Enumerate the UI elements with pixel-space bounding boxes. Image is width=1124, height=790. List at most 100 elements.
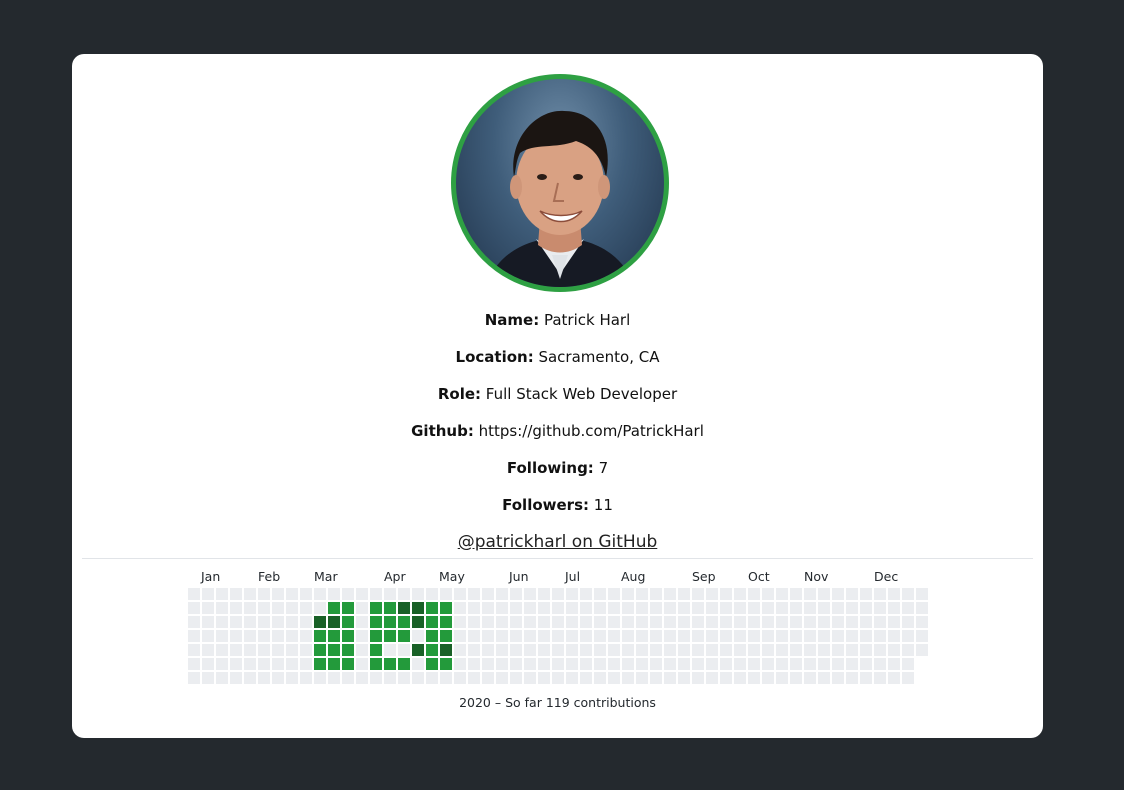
contribution-day-cell [202,616,214,628]
contribution-day-cell [916,644,928,656]
contribution-day-cell [888,658,900,670]
contribution-day-cell [482,602,494,614]
contribution-day-cell [384,630,396,642]
contribution-day-cell [454,588,466,600]
contribution-day-cell [692,644,704,656]
month-label: Jun [509,569,529,584]
contribution-day-cell [482,630,494,642]
contribution-day-cell [230,658,242,670]
contribution-day-cell [874,658,886,670]
contribution-day-cell [748,672,760,684]
contribution-day-cell [776,588,788,600]
contribution-day-cell [468,672,480,684]
contribution-day-cell [874,616,886,628]
contribution-day-cell [818,588,830,600]
contribution-day-cell [384,588,396,600]
contribution-day-cell [734,588,746,600]
contribution-day-cell [818,658,830,670]
contribution-day-cell [426,630,438,642]
contribution-day-cell [790,616,802,628]
contribution-day-cell [300,602,312,614]
contribution-day-cell [524,588,536,600]
contribution-day-cell [874,602,886,614]
contribution-day-cell [902,588,914,600]
contribution-day-cell [440,588,452,600]
contribution-day-cell [244,602,256,614]
contribution-day-cell [370,588,382,600]
contribution-day-cell [286,616,298,628]
contribution-day-cell [440,658,452,670]
contribution-day-cell [636,588,648,600]
contribution-day-cell [244,672,256,684]
contribution-day-cell [370,602,382,614]
contribution-day-cell [286,630,298,642]
contribution-day-cell [860,672,872,684]
github-profile-link[interactable]: @patrickharl on GitHub [72,531,1043,553]
contribution-day-cell [342,602,354,614]
contribution-day-cell [790,672,802,684]
contribution-day-cell [846,630,858,642]
contribution-day-cell [328,644,340,656]
contribution-day-cell [510,616,522,628]
month-label: Jan [201,569,221,584]
contribution-day-cell [468,602,480,614]
contribution-day-cell [650,616,662,628]
contribution-day-cell [748,616,760,628]
contribution-day-cell [258,658,270,670]
contribution-day-cell [902,672,914,684]
contribution-day-cell [902,658,914,670]
contribution-day-cell [860,644,872,656]
contribution-day-cell [482,588,494,600]
contribution-day-cell [692,672,704,684]
contribution-day-cell [496,658,508,670]
contribution-day-cell [496,630,508,642]
contribution-day-cell [734,616,746,628]
contribution-day-cell [216,672,228,684]
contribution-day-cell [720,588,732,600]
contribution-day-cell [608,658,620,670]
contribution-graph [188,588,933,688]
contribution-day-cell [328,630,340,642]
month-label: Feb [258,569,281,584]
month-label: Apr [384,569,406,584]
location-row: Location: Sacramento, CA [72,347,1043,367]
contribution-day-cell [594,588,606,600]
contribution-day-cell [468,588,480,600]
contribution-day-cell [874,672,886,684]
contribution-day-cell [776,616,788,628]
contribution-day-cell [426,588,438,600]
contribution-day-cell [202,644,214,656]
contribution-day-cell [202,672,214,684]
contribution-day-cell [538,588,550,600]
contribution-day-cell [356,658,368,670]
contribution-day-cell [762,658,774,670]
contribution-day-cell [258,616,270,628]
contribution-day-cell [846,602,858,614]
contribution-day-cell [706,672,718,684]
contribution-day-cell [678,672,690,684]
contribution-day-cell [188,616,200,628]
contribution-day-cell [454,658,466,670]
contribution-day-cell [818,630,830,642]
contribution-day-cell [650,630,662,642]
contribution-day-cell [398,658,410,670]
contribution-day-cell [202,588,214,600]
contribution-day-cell [804,644,816,656]
github-value: https://github.com/PatrickHarl [478,422,704,440]
contribution-day-cell [216,644,228,656]
contribution-day-cell [342,672,354,684]
contribution-day-cell [664,644,676,656]
contribution-day-cell [874,644,886,656]
contribution-day-cell [566,672,578,684]
contribution-day-cell [580,630,592,642]
contribution-day-cell [398,616,410,628]
contribution-day-cell [538,602,550,614]
contribution-day-cell [258,644,270,656]
avatar-portrait-image [486,110,634,287]
contribution-day-cell [244,658,256,670]
contribution-day-cell [692,602,704,614]
contribution-day-cell [902,602,914,614]
contribution-day-cell [440,672,452,684]
contribution-day-cell [734,672,746,684]
contribution-day-cell [748,630,760,642]
